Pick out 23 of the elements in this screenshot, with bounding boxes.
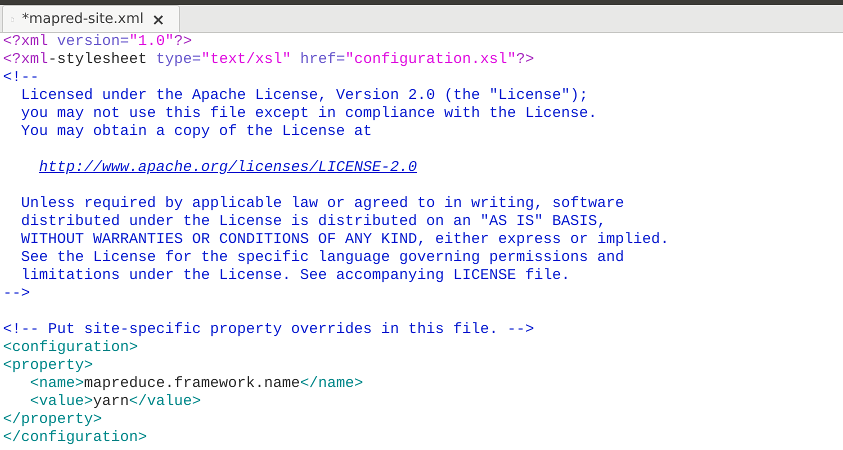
code-line: <value>yarn</value> [29,393,202,411]
code-line: See the License for the specific language governing permissions and [20,249,626,267]
tab-title: *mapred-site.xml [22,11,144,27]
file-tab[interactable]: *mapred-site.xml × [2,5,180,32]
code-line: <name>mapreduce.framework.name</name> [29,375,364,393]
code-line: </property> [3,411,104,429]
code-line: distributed under the License is distributed on an "AS IS" BASIS, [20,213,608,231]
code-line: <configuration> [3,339,140,357]
code-line: </configuration> [3,429,148,447]
code-line: WITHOUT WARRANTIES OR CONDITIONS OF ANY KIND, either express or implied. [20,231,670,249]
code-line: <!-- Put site-specific property overrides in this file. --> [3,321,536,339]
code-line: <?xml version="1.0"?> [3,33,194,51]
code-line: Licensed under the Apache License, Version 2.0 (the "License"); [20,87,590,105]
code-line: limitations under the License. See accompanying LICENSE file. [20,267,572,285]
license-link[interactable]: http://www.apache.org/licenses/LICENSE-2.0 [39,159,418,176]
code-line: Unless required by applicable law or agreed to in writing, software [20,195,626,213]
code-line: <!-- [3,69,40,87]
code-line: --> [3,285,32,303]
code-line: <?xml-stylesheet type="text/xsl" href="configuration.xsl"?> [3,51,536,69]
code-line: <property> [3,357,94,375]
code-line: you may not use this file except in compliance with the License. [20,105,598,123]
close-button[interactable]: × [152,10,165,28]
code-line: You may obtain a copy of the License at [20,123,374,141]
